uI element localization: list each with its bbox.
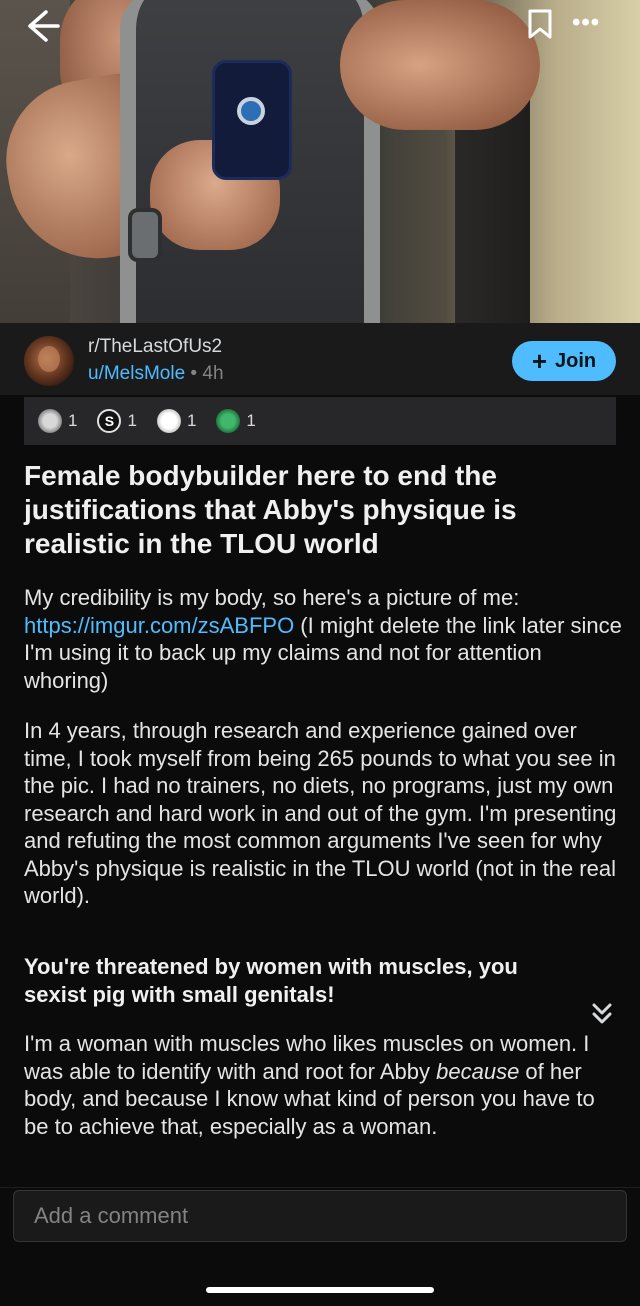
post-byline: u/MelsMole • 4h [88, 363, 224, 385]
post-paragraph: I'm a woman with muscles who likes muscl… [24, 1030, 622, 1140]
photo-watch [128, 208, 162, 262]
award-silver-icon [38, 409, 62, 433]
author-link[interactable]: u/MelsMole [88, 363, 185, 384]
post-header: r/TheLastOfUs2 u/MelsMole • 4h + Join [0, 323, 640, 395]
awards-bar[interactable]: 1 S 1 1 1 [24, 397, 616, 445]
paragraph-text: My credibility is my body, so here's a p… [24, 585, 520, 610]
chevron-double-down-icon[interactable] [590, 1001, 614, 1027]
subreddit-name[interactable]: r/TheLastOfUs2 [88, 336, 222, 358]
photo-phone [212, 60, 292, 180]
bookmark-icon[interactable] [526, 8, 554, 40]
post-image[interactable]: ••• [0, 0, 640, 323]
award-count: 1 [127, 411, 137, 430]
award-count: 1 [186, 411, 197, 430]
join-label: Join [555, 349, 597, 372]
arrow-left-icon[interactable] [22, 6, 62, 46]
top-bar: ••• [0, 0, 640, 52]
post-paragraph: My credibility is my body, so here's a p… [24, 584, 622, 694]
join-button[interactable]: + Join [512, 341, 616, 381]
award-green-icon [216, 409, 241, 433]
section-heading: You're threatened by women with muscles,… [24, 954, 518, 1007]
award-face-icon [156, 409, 181, 433]
home-indicator[interactable] [206, 1287, 434, 1293]
award-item[interactable]: 1 [38, 409, 77, 433]
byline-separator: • [185, 363, 203, 384]
comment-input[interactable] [13, 1190, 627, 1242]
more-horizontal-icon[interactable]: ••• [572, 11, 608, 35]
award-count: 1 [246, 411, 256, 430]
imgur-link[interactable]: https://imgur.com/zsABFPO [24, 613, 294, 638]
award-s-icon: S [97, 409, 122, 433]
comment-bar [0, 1187, 640, 1306]
subreddit-avatar[interactable] [24, 336, 74, 386]
award-item[interactable]: S 1 [97, 409, 137, 433]
award-item[interactable]: 1 [156, 409, 197, 433]
award-item[interactable]: 1 [216, 409, 256, 433]
post-age: 4h [202, 363, 224, 384]
post-paragraph: In 4 years, through research and experie… [24, 718, 617, 908]
award-count: 1 [68, 411, 78, 430]
post-content: Female bodybuilder here to end the justi… [0, 445, 640, 1187]
emphasis-text: because [436, 1058, 520, 1084]
photo-phone-camera [237, 97, 265, 125]
post-title: Female bodybuilder here to end the justi… [24, 460, 517, 559]
plus-icon: + [531, 346, 548, 376]
